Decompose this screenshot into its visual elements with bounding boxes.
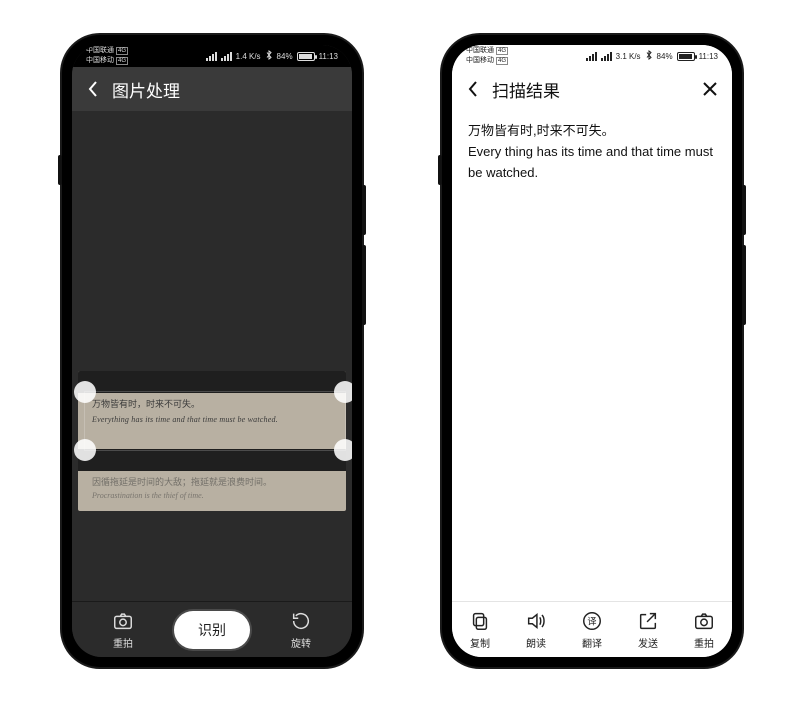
- status-time: 11:13: [699, 52, 718, 61]
- recognize-button[interactable]: 识别: [174, 611, 250, 649]
- retake-button[interactable]: 重拍: [676, 610, 732, 650]
- screen: 中国联通4G 中国移动4G 3.1 K/s 84% 11:13 扫描结果: [452, 45, 732, 657]
- signal-icon: [206, 52, 217, 61]
- status-battery-pct: 84%: [657, 52, 673, 61]
- crop-rectangle[interactable]: [84, 391, 346, 451]
- handwriting-line: 因循拖延是时间的大敌；拖延就是浪费时间。: [92, 475, 336, 488]
- translate-icon: 译: [581, 610, 603, 632]
- close-icon[interactable]: [700, 79, 720, 99]
- copy-icon: [469, 610, 491, 632]
- translate-label: 翻译: [582, 635, 602, 650]
- send-label: 发送: [638, 635, 658, 650]
- read-label: 朗读: [526, 635, 546, 650]
- bluetooth-icon: [265, 50, 273, 62]
- status-time: 11:13: [319, 52, 338, 61]
- signal-icon: [601, 52, 612, 61]
- side-button: [438, 155, 442, 185]
- copy-label: 复制: [470, 635, 490, 650]
- bottom-bar: 重拍 识别 旋转: [72, 601, 352, 657]
- handwriting-line: Procrastination is the thief of time.: [92, 491, 336, 500]
- translate-button[interactable]: 译 翻译: [564, 610, 620, 650]
- result-content: 万物皆有时,时来不可失。 Every thing has its time an…: [452, 111, 732, 601]
- retake-button[interactable]: 重拍: [72, 610, 174, 650]
- rotate-icon: [290, 610, 312, 632]
- back-icon[interactable]: [464, 80, 482, 98]
- status-carriers: 中国联通4G 中国移动4G: [466, 46, 508, 66]
- status-speed: 1.4 K/s: [236, 52, 261, 61]
- result-line-en: Every thing has its time and that time m…: [468, 142, 716, 184]
- speaker-icon: [525, 610, 547, 632]
- svg-text:译: 译: [587, 616, 596, 626]
- side-button: [742, 185, 746, 235]
- camera-icon: [112, 610, 134, 632]
- page-title: 扫描结果: [492, 77, 560, 102]
- signal-icon: [586, 52, 597, 61]
- battery-icon: [297, 52, 315, 61]
- camera-icon: [693, 610, 715, 632]
- crop-handle-bl[interactable]: [74, 439, 96, 461]
- side-button: [362, 185, 366, 235]
- page-title: 图片处理: [112, 77, 180, 102]
- rotate-label: 旋转: [291, 635, 311, 650]
- status-bar: 中国联通4G 中国移动4G 1.4 K/s 84% 11:13: [72, 45, 352, 67]
- crop-handle-tr[interactable]: [334, 381, 352, 403]
- status-carriers: 中国联通4G 中国移动4G: [86, 46, 128, 66]
- crop-handle-br[interactable]: [334, 439, 352, 461]
- status-battery-pct: 84%: [277, 52, 293, 61]
- result-line-cn: 万物皆有时,时来不可失。: [468, 121, 716, 142]
- header: 图片处理: [72, 67, 352, 111]
- copy-button[interactable]: 复制: [452, 610, 508, 650]
- crop-handle-tl[interactable]: [74, 381, 96, 403]
- header: 扫描结果: [452, 67, 732, 111]
- bluetooth-icon: [645, 50, 653, 62]
- status-bar: 中国联通4G 中国移动4G 3.1 K/s 84% 11:13: [452, 45, 732, 67]
- side-button: [362, 245, 366, 325]
- battery-icon: [677, 52, 695, 61]
- retake-label: 重拍: [694, 635, 714, 650]
- read-button[interactable]: 朗读: [508, 610, 564, 650]
- share-icon: [637, 610, 659, 632]
- rotate-button[interactable]: 旋转: [250, 610, 352, 650]
- back-icon[interactable]: [84, 80, 102, 98]
- image-crop-area[interactable]: 万物皆有时，时来不可失。 Everything has its time and…: [72, 111, 352, 601]
- side-button: [742, 245, 746, 325]
- recognize-label: 识别: [198, 622, 226, 638]
- screen: 中国联通4G 中国移动4G 1.4 K/s 84% 11:13 图片处理: [72, 45, 352, 657]
- send-button[interactable]: 发送: [620, 610, 676, 650]
- side-button: [58, 155, 62, 185]
- status-speed: 3.1 K/s: [616, 52, 641, 61]
- phone-right: 中国联通4G 中国移动4G 3.1 K/s 84% 11:13 扫描结果: [442, 35, 742, 667]
- phone-left: 中国联通4G 中国移动4G 1.4 K/s 84% 11:13 图片处理: [62, 35, 362, 667]
- bottom-bar: 复制 朗读 译 翻译 发送 重拍: [452, 601, 732, 657]
- signal-icon: [221, 52, 232, 61]
- retake-label: 重拍: [113, 635, 133, 650]
